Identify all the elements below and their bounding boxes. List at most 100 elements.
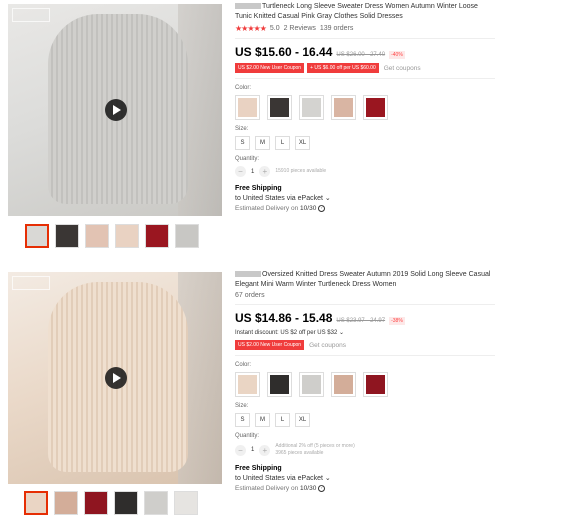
color-swatch[interactable] bbox=[267, 95, 292, 120]
delivery-label: Estimated Delivery on bbox=[235, 205, 299, 213]
color-swatch[interactable] bbox=[331, 95, 356, 120]
decrease-quantity-button[interactable]: − bbox=[235, 166, 246, 177]
new-user-coupon[interactable]: US $2.00 New User Coupon bbox=[235, 63, 305, 73]
color-swatches bbox=[235, 372, 495, 397]
play-video-icon[interactable] bbox=[105, 367, 127, 389]
get-coupons-link[interactable]: Get coupons bbox=[309, 342, 346, 349]
product-listing-2: Oversized Knitted Dress Sweater Autumn 2… bbox=[0, 268, 583, 526]
help-icon[interactable]: ? bbox=[318, 205, 326, 212]
orders-count: 139 orders bbox=[319, 25, 354, 32]
instant-discount[interactable]: Instant discount: US $2 off per US $32 ⌄ bbox=[235, 329, 495, 336]
rating-row: ★★★★★ 5.0 2 Reviews 139 orders bbox=[235, 24, 495, 33]
color-swatch[interactable] bbox=[363, 95, 388, 120]
color-swatches bbox=[235, 95, 495, 120]
product-title-wrap[interactable]: Oversized Knitted Dress Sweater Autumn 2… bbox=[235, 270, 495, 290]
thumbnail[interactable] bbox=[55, 224, 79, 248]
watermark-logo bbox=[12, 8, 50, 22]
product-title: Oversized Knitted Dress Sweater Autumn 2… bbox=[235, 271, 491, 288]
new-user-coupon[interactable]: US $2.00 New User Coupon bbox=[235, 340, 305, 350]
store-coupon[interactable]: + US $6.00 off per US $60.00 bbox=[307, 63, 379, 73]
shipping-to-text: to United States via ePacket bbox=[235, 475, 323, 482]
increase-quantity-button[interactable]: + bbox=[259, 444, 271, 456]
size-option-xl[interactable]: XL bbox=[295, 413, 310, 427]
quantity-value[interactable]: 1 bbox=[251, 169, 254, 175]
divider bbox=[235, 78, 495, 79]
delivery-label: Estimated Delivery on bbox=[235, 485, 299, 493]
product-title: Turtleneck Long Sleeve Sweater Dress Wom… bbox=[235, 3, 478, 20]
thumbnail[interactable] bbox=[114, 491, 138, 515]
reviews-count[interactable]: 2 Reviews bbox=[284, 25, 316, 32]
color-swatch[interactable] bbox=[363, 372, 388, 397]
shipping-destination[interactable]: to United States via ePacket ⌄ bbox=[235, 474, 495, 482]
product-info: Oversized Knitted Dress Sweater Autumn 2… bbox=[235, 270, 495, 492]
rating-row: 67 orders bbox=[235, 292, 495, 299]
color-swatch[interactable] bbox=[331, 372, 356, 397]
thumbnail-strip bbox=[24, 491, 198, 515]
price-row: US $14.86 - 15.48 US $23.97 - 24.97 -38% bbox=[235, 311, 495, 325]
thumbnail[interactable] bbox=[174, 491, 198, 515]
price: US $15.60 - 16.44 bbox=[235, 45, 333, 59]
rating-stars-icon: ★★★★★ bbox=[235, 24, 267, 33]
instant-discount-text: Instant discount: US $2 off per US $32 bbox=[235, 330, 338, 336]
size-option-l[interactable]: L bbox=[275, 136, 290, 150]
chevron-down-icon: ⌄ bbox=[338, 330, 344, 336]
decrease-quantity-button[interactable]: − bbox=[235, 444, 246, 456]
quantity-stepper: − 1 + Additional 2% off (5 pieces or mor… bbox=[235, 443, 495, 457]
help-icon[interactable]: ? bbox=[318, 485, 326, 492]
thumbnail[interactable] bbox=[175, 224, 199, 248]
size-option-l[interactable]: L bbox=[275, 413, 290, 427]
color-label: Color: bbox=[235, 362, 252, 368]
color-swatch[interactable] bbox=[299, 95, 324, 120]
original-price: US $26.00 - 27.40 bbox=[336, 52, 386, 58]
size-label: Size: bbox=[235, 403, 249, 409]
main-product-image[interactable] bbox=[8, 272, 222, 484]
color-swatch[interactable] bbox=[235, 95, 260, 120]
color-swatch[interactable] bbox=[299, 372, 324, 397]
divider bbox=[235, 304, 495, 305]
quantity-label: Quantity: bbox=[235, 156, 260, 162]
quantity-value[interactable]: 1 bbox=[251, 447, 254, 453]
coupon-row: US $2.00 New User Coupon Get coupons bbox=[235, 340, 495, 350]
main-product-image[interactable] bbox=[8, 4, 222, 216]
price: US $14.86 - 15.48 bbox=[235, 311, 333, 325]
product-title-wrap[interactable]: Turtleneck Long Sleeve Sweater Dress Wom… bbox=[235, 2, 495, 22]
store-coupon-text: US $6.00 off per US $60.00 bbox=[314, 65, 376, 71]
shipping-title: Free Shipping bbox=[235, 465, 282, 472]
play-video-icon[interactable] bbox=[105, 99, 127, 121]
size-option-m[interactable]: M bbox=[255, 413, 270, 427]
quantity-stepper: − 1 + 15910 pieces available bbox=[235, 166, 495, 177]
size-option-s[interactable]: S bbox=[235, 413, 250, 427]
thumbnail[interactable] bbox=[25, 224, 49, 248]
stock-note: 15910 pieces available bbox=[275, 168, 327, 174]
get-coupons-link[interactable]: Get coupons bbox=[384, 65, 421, 72]
watermark-logo bbox=[12, 276, 50, 290]
thumbnail[interactable] bbox=[24, 491, 48, 515]
size-option-s[interactable]: S bbox=[235, 136, 250, 150]
thumbnail[interactable] bbox=[144, 491, 168, 515]
shipping-destination[interactable]: to United States via ePacket ⌄ bbox=[235, 194, 495, 202]
bulk-discount-note: Additional 2% off (5 pieces or more) bbox=[275, 443, 355, 449]
original-price: US $23.97 - 24.97 bbox=[336, 318, 386, 324]
increase-quantity-button[interactable]: + bbox=[259, 166, 271, 177]
blurred-store-name bbox=[235, 3, 261, 10]
size-label: Size: bbox=[235, 126, 249, 132]
color-swatch[interactable] bbox=[267, 372, 292, 397]
chevron-down-icon: ⌄ bbox=[324, 195, 331, 202]
estimated-delivery: Estimated Delivery on 10/30 ? bbox=[235, 485, 495, 492]
thumbnail[interactable] bbox=[145, 224, 169, 248]
thumbnail[interactable] bbox=[54, 491, 78, 515]
color-swatch[interactable] bbox=[235, 372, 260, 397]
size-option-xl[interactable]: XL bbox=[295, 136, 310, 150]
product-info: Turtleneck Long Sleeve Sweater Dress Wom… bbox=[235, 2, 495, 212]
discount-badge: -38% bbox=[389, 317, 405, 325]
shipping-to-text: to United States via ePacket bbox=[235, 195, 323, 202]
delivery-date: 10/30 bbox=[300, 485, 317, 493]
thumbnail[interactable] bbox=[115, 224, 139, 248]
thumbnail[interactable] bbox=[85, 224, 109, 248]
thumbnail[interactable] bbox=[84, 491, 108, 515]
discount-badge: -40% bbox=[389, 51, 405, 59]
color-label: Color: bbox=[235, 85, 252, 91]
divider bbox=[235, 38, 495, 39]
size-option-m[interactable]: M bbox=[255, 136, 270, 150]
quantity-label: Quantity: bbox=[235, 433, 260, 439]
